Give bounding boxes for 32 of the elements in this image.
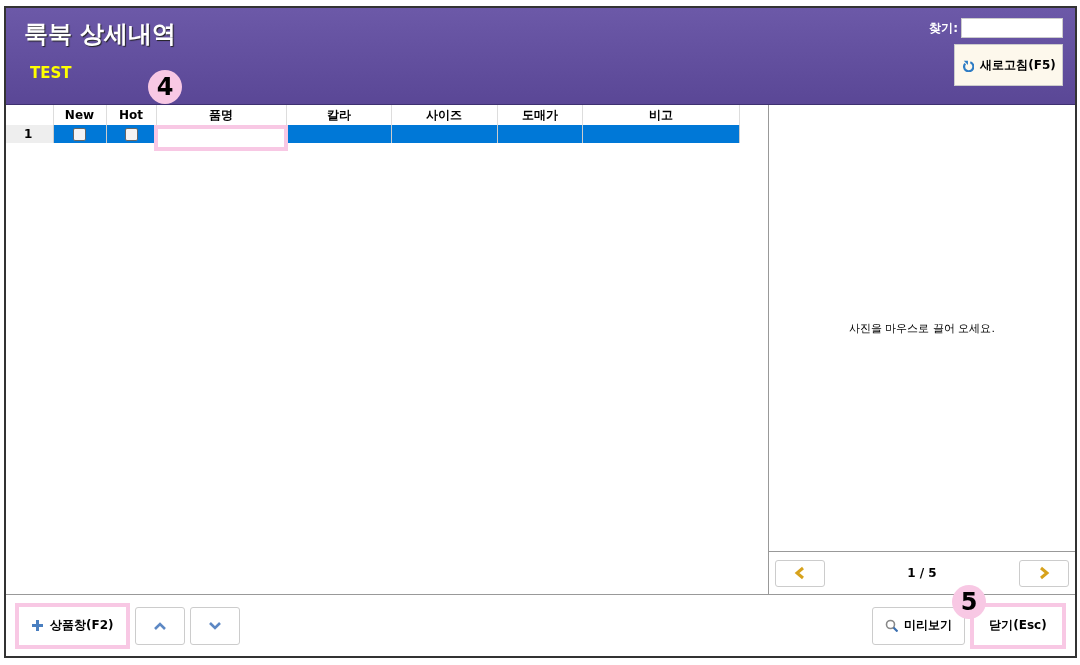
- table-cell[interactable]: [497, 125, 582, 143]
- previous-button[interactable]: [775, 559, 825, 587]
- search-icon: [885, 619, 898, 632]
- row-number: 1: [6, 125, 53, 143]
- refresh-button[interactable]: 새로고침(F5): [954, 44, 1063, 86]
- move-up-button[interactable]: [134, 606, 185, 645]
- column-header[interactable]: 품명: [156, 105, 286, 125]
- page-indicator: 1 / 5: [907, 566, 937, 580]
- plus-icon: [31, 619, 44, 632]
- checkbox[interactable]: [124, 128, 138, 141]
- chevron-left-icon: [794, 566, 806, 580]
- refresh-icon: [961, 58, 975, 72]
- column-header[interactable]: 도매가: [497, 105, 582, 125]
- move-down-button[interactable]: [189, 606, 240, 645]
- column-header[interactable]: 칼라: [286, 105, 391, 125]
- table-cell[interactable]: [391, 125, 497, 143]
- checkbox[interactable]: [73, 128, 86, 141]
- table-cell[interactable]: [582, 125, 739, 143]
- drop-hint: 사진을 마우스로 끌어 오세요.: [849, 320, 995, 336]
- subtitle: TEST: [30, 64, 72, 82]
- chevron-down-icon: [207, 619, 222, 632]
- search-field[interactable]: [961, 18, 1063, 38]
- column-header[interactable]: 사이즈: [391, 105, 497, 125]
- search-label: 찾기:: [929, 19, 958, 37]
- column-header[interactable]: 비고: [582, 105, 739, 125]
- window-title: 룩북 상세내역: [24, 19, 177, 50]
- next-button[interactable]: [1019, 559, 1069, 587]
- column-header[interactable]: New: [53, 105, 106, 125]
- column-header[interactable]: Hot: [106, 105, 156, 125]
- chevron-right-icon: [1038, 566, 1050, 580]
- table-row[interactable]: 1: [6, 125, 739, 143]
- table-cell[interactable]: [286, 125, 391, 143]
